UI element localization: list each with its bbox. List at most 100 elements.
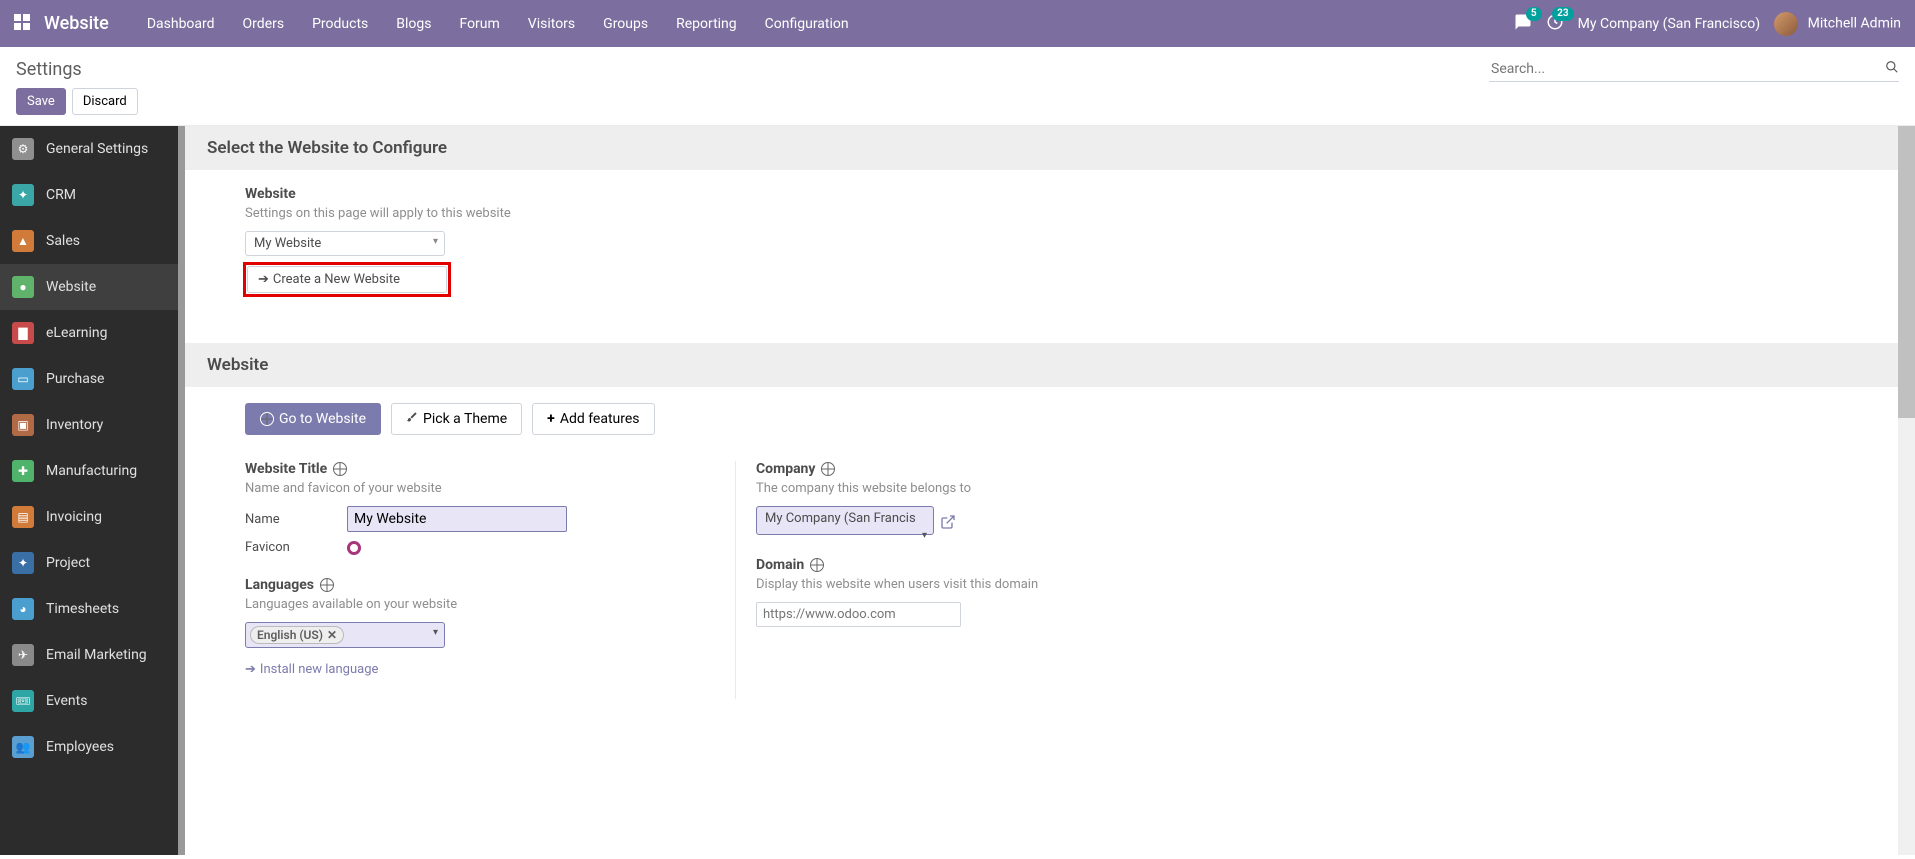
user-menu[interactable]: Mitchell Admin [1774, 12, 1901, 36]
language-chip-label: English (US) [257, 628, 323, 642]
nav-products[interactable]: Products [298, 16, 382, 32]
nav-forum[interactable]: Forum [445, 16, 513, 32]
sidebar-item-employees[interactable]: 👥Employees [0, 724, 178, 770]
add-features-button[interactable]: + Add features [532, 403, 654, 435]
languages-select[interactable]: English (US) ✕ [245, 622, 445, 648]
sidebar-item-label: Inventory [46, 417, 103, 433]
website-select[interactable]: My Website [245, 231, 445, 256]
globe-icon [320, 578, 334, 592]
activities-icon[interactable]: 23 [1546, 13, 1564, 35]
sidebar-item-website[interactable]: ●Website [0, 264, 178, 310]
nav-menu: Dashboard Orders Products Blogs Forum Vi… [133, 16, 863, 32]
sidebar-item-label: Employees [46, 739, 114, 755]
company-select[interactable]: My Company (San Francisco) [756, 506, 934, 535]
domain-label: Domain [756, 557, 804, 573]
arrow-right-icon: ➔ [245, 662, 256, 677]
save-button[interactable]: Save [16, 88, 66, 115]
top-nav: Website Dashboard Orders Products Blogs … [0, 0, 1915, 47]
sidebar-item-label: Email Marketing [46, 647, 147, 663]
install-language-label: Install new language [260, 662, 379, 677]
search-box[interactable] [1489, 57, 1899, 82]
globe-icon [821, 462, 835, 476]
company-label: Company [756, 461, 815, 477]
add-features-label: Add features [560, 411, 640, 427]
sidebar-item-email-marketing[interactable]: ✈ Email Marketing [0, 632, 178, 678]
clock-badge: 23 [1552, 7, 1573, 21]
sidebar-item-project[interactable]: ✦ Project [0, 540, 178, 586]
sidebar-scrollbar[interactable] [178, 126, 185, 855]
plus-icon: + [547, 411, 555, 427]
pick-theme-button[interactable]: Pick a Theme [391, 403, 522, 435]
sidebar-item-elearning[interactable]: ▇eLearning [0, 310, 178, 356]
discard-button[interactable]: Discard [72, 88, 138, 115]
select-block-title: Website [245, 186, 1876, 202]
section-header-select: Select the Website to Configure [185, 126, 1898, 170]
sidebar-item-label: Project [46, 555, 90, 571]
chat-badge: 5 [1526, 7, 1542, 21]
company-switcher[interactable]: My Company (San Francisco) [1578, 16, 1760, 32]
go-to-website-button[interactable]: Go to Website [245, 403, 381, 435]
control-panel: Settings Save Discard [0, 47, 1915, 126]
languages-desc: Languages available on your website [245, 597, 725, 612]
search-icon[interactable] [1885, 60, 1899, 78]
domain-desc: Display this website when users visit th… [756, 577, 1215, 592]
sidebar-item-timesheets[interactable]: ◕Timesheets [0, 586, 178, 632]
app-brand[interactable]: Website [44, 13, 109, 34]
sidebar-item-label: CRM [46, 187, 76, 203]
search-input[interactable] [1489, 57, 1885, 81]
avatar [1774, 12, 1798, 36]
languages-label: Languages [245, 577, 314, 593]
sidebar-icon: ✈ [12, 644, 34, 666]
install-language-link[interactable]: ➔ Install new language [245, 662, 378, 677]
sidebar-item-label: Invoicing [46, 509, 102, 525]
sidebar-item-label: eLearning [46, 325, 107, 341]
sidebar-icon: ✦ [12, 552, 34, 574]
favicon-preview[interactable] [347, 541, 361, 555]
sidebar-icon: ▭ [12, 368, 34, 390]
sidebar-item-invoicing[interactable]: ▤ Invoicing [0, 494, 178, 540]
brush-icon [406, 411, 418, 427]
create-website-label: Create a New Website [273, 272, 400, 287]
nav-visitors[interactable]: Visitors [514, 16, 589, 32]
sidebar-icon: ▣ [12, 414, 34, 436]
conversations-icon[interactable]: 5 [1514, 13, 1532, 35]
company-desc: The company this website belongs to [756, 481, 1215, 496]
remove-language-icon[interactable]: ✕ [327, 628, 337, 642]
nav-dashboard[interactable]: Dashboard [133, 16, 229, 32]
sidebar-icon: ✦ [12, 184, 34, 206]
sidebar-item-label: General Settings [46, 141, 148, 157]
sidebar-item-label: Manufacturing [46, 463, 137, 479]
sidebar-item-manufacturing[interactable]: ✚Manufacturing [0, 448, 178, 494]
nav-configuration[interactable]: Configuration [751, 16, 863, 32]
select-block-desc: Settings on this page will apply to this… [245, 206, 1876, 221]
settings-content: Select the Website to Configure Website … [185, 126, 1898, 855]
website-name-input[interactable] [347, 506, 567, 532]
globe-icon [810, 558, 824, 572]
sidebar-item-events[interactable]: 🎟Events [0, 678, 178, 724]
page-title: Settings [16, 59, 82, 80]
apps-icon[interactable] [14, 14, 30, 34]
sidebar-item-label: Purchase [46, 371, 104, 387]
nav-groups[interactable]: Groups [589, 16, 662, 32]
nav-blogs[interactable]: Blogs [382, 16, 445, 32]
website-title-label: Website Title [245, 461, 327, 477]
nav-orders[interactable]: Orders [229, 16, 299, 32]
domain-input[interactable] [756, 602, 961, 627]
sidebar-item-label: Website [46, 279, 96, 295]
language-chip[interactable]: English (US) ✕ [250, 626, 344, 644]
create-website-button[interactable]: ➔ Create a New Website [247, 266, 447, 293]
sidebar-item-label: Events [46, 693, 87, 709]
sidebar-icon: ▤ [12, 506, 34, 528]
sidebar-item-sales[interactable]: ▲Sales [0, 218, 178, 264]
nav-reporting[interactable]: Reporting [662, 16, 751, 32]
name-label: Name [245, 512, 347, 527]
sidebar-item-general-settings[interactable]: ⚙General Settings [0, 126, 178, 172]
user-name: Mitchell Admin [1808, 15, 1901, 31]
sidebar-item-inventory[interactable]: ▣ Inventory [0, 402, 178, 448]
external-link-icon[interactable] [940, 514, 954, 528]
sidebar-item-purchase[interactable]: ▭ Purchase [0, 356, 178, 402]
settings-sidebar: ⚙General Settings ✦ CRM ▲Sales●Website▇eLea… [0, 126, 178, 855]
content-scrollbar[interactable] [1898, 126, 1915, 855]
sidebar-item-crm[interactable]: ✦ CRM [0, 172, 178, 218]
section-header-website: Website [185, 343, 1898, 387]
